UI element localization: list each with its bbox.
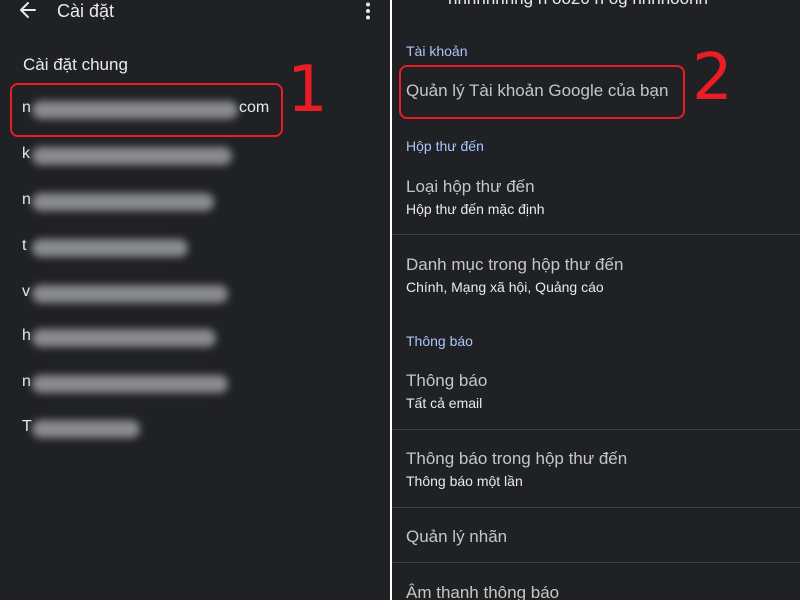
page-title: Cài đặt bbox=[57, 1, 115, 21]
divider bbox=[392, 562, 800, 563]
section-header-notifications: Thông báo bbox=[406, 333, 473, 349]
cropped-header-text: nnnnnnnng n oo20 n og nnnnoonn bbox=[448, 0, 708, 9]
account-item[interactable]: n bbox=[0, 369, 390, 399]
inbox-categories-item[interactable]: Danh mục trong hộp thư đến bbox=[406, 255, 623, 275]
account-email-initial: v bbox=[22, 283, 30, 300]
section-header-inbox: Hộp thư đến bbox=[406, 138, 484, 154]
account-email-initial: n bbox=[22, 373, 31, 390]
account-item[interactable]: h bbox=[0, 323, 390, 353]
manage-labels-item[interactable]: Quản lý nhãn bbox=[406, 527, 507, 547]
account-item[interactable]: v bbox=[0, 279, 390, 309]
blurred-email bbox=[32, 193, 214, 211]
account-item[interactable]: k bbox=[0, 141, 390, 171]
blurred-email bbox=[32, 375, 228, 393]
account-email-initial: h bbox=[22, 327, 31, 344]
blurred-email bbox=[32, 239, 188, 257]
inbox-notifications-item[interactable]: Thông báo trong hộp thư đến bbox=[406, 449, 627, 469]
account-item[interactable]: n bbox=[0, 187, 390, 217]
account-item[interactable]: T bbox=[0, 414, 390, 444]
highlight-box-1 bbox=[10, 83, 283, 137]
blurred-email bbox=[32, 285, 228, 303]
settings-panel: Cài đặt Cài đặt chung n com k n t v h n … bbox=[0, 0, 390, 600]
app-bar: Cài đặt bbox=[0, 0, 390, 24]
account-email-initial: t bbox=[22, 237, 27, 254]
inbox-type-value: Hộp thư đến mặc định bbox=[406, 201, 545, 217]
account-email-initial: k bbox=[22, 145, 30, 162]
general-settings-item[interactable]: Cài đặt chung bbox=[23, 55, 128, 75]
inbox-categories-value: Chính, Mạng xã hội, Quảng cáo bbox=[406, 279, 604, 295]
blurred-email bbox=[32, 147, 232, 165]
blurred-email bbox=[32, 329, 216, 347]
account-email-initial: n bbox=[22, 191, 31, 208]
highlight-box-2 bbox=[399, 65, 685, 119]
inbox-notifications-value: Thông báo một lần bbox=[406, 473, 523, 489]
step-number-1: 1 bbox=[287, 53, 328, 127]
section-header-account: Tài khoản bbox=[406, 43, 468, 59]
account-email-initial: T bbox=[22, 418, 32, 435]
notification-sounds-item[interactable]: Âm thanh thông báo bbox=[406, 583, 559, 600]
blurred-email bbox=[32, 420, 140, 438]
account-item[interactable]: t bbox=[0, 233, 390, 263]
back-arrow-icon[interactable] bbox=[18, 0, 38, 20]
divider bbox=[392, 507, 800, 508]
inbox-type-item[interactable]: Loại hộp thư đến bbox=[406, 177, 535, 197]
account-settings-panel: nnnnnnnng n oo20 n og nnnnoonn Tài khoản… bbox=[392, 0, 800, 600]
notifications-value: Tất cả email bbox=[406, 395, 483, 411]
divider bbox=[392, 429, 800, 430]
notifications-item[interactable]: Thông báo bbox=[406, 371, 487, 391]
more-options-icon[interactable] bbox=[360, 2, 376, 20]
divider bbox=[392, 234, 800, 235]
step-number-2: 2 bbox=[692, 41, 733, 115]
